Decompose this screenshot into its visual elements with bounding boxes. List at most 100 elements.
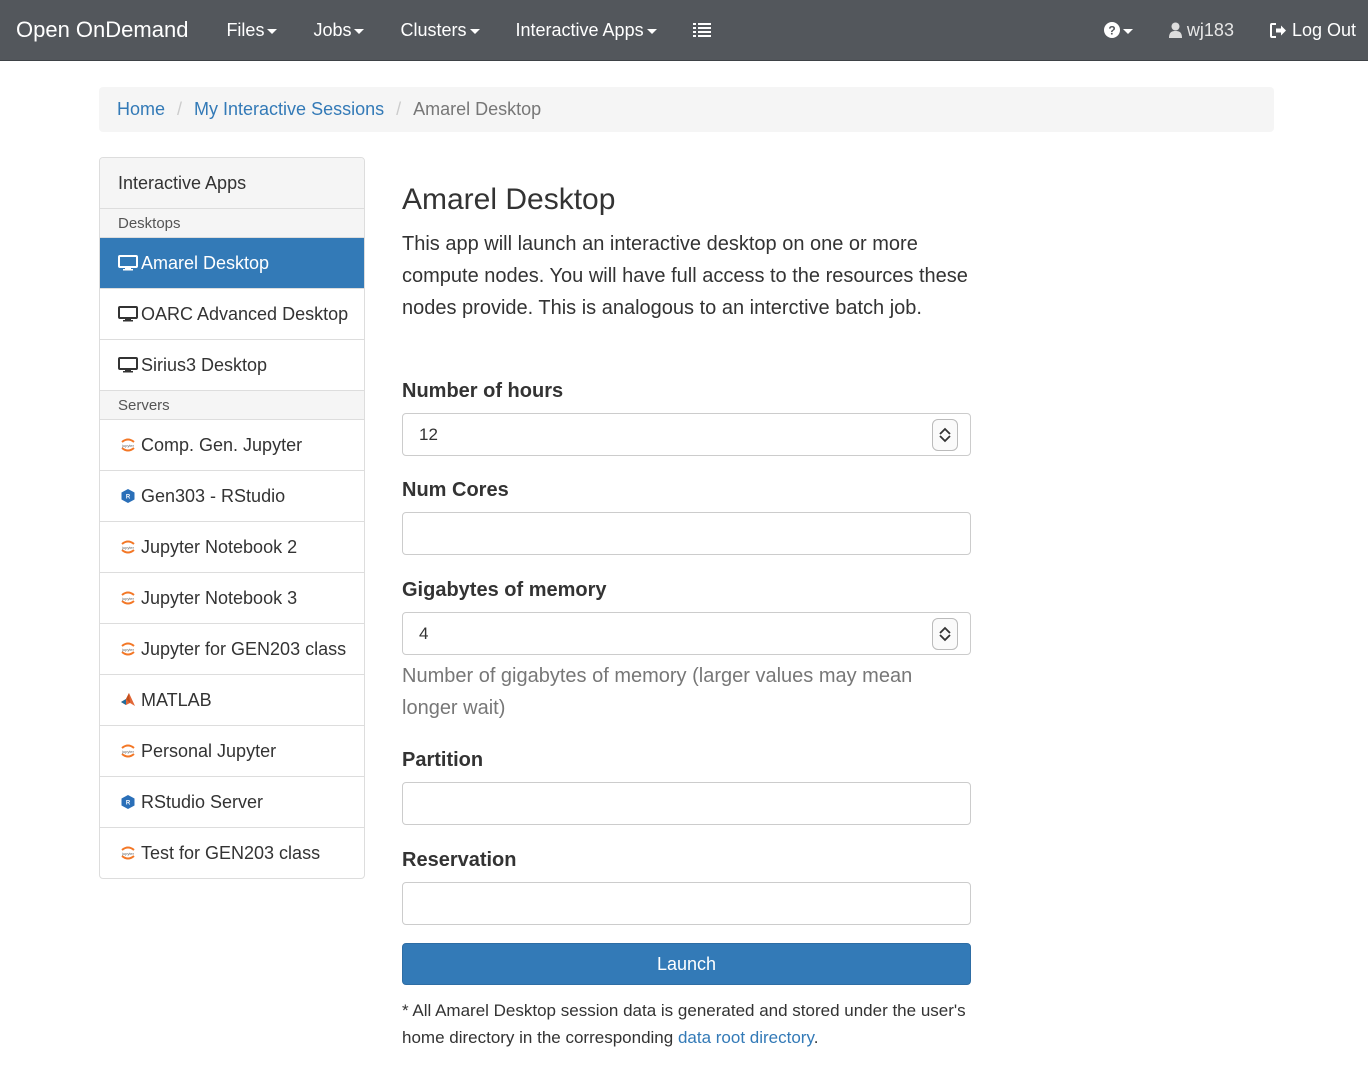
sidebar-item-label: Test for GEN203 class (141, 842, 321, 863)
svg-text:R: R (126, 801, 131, 807)
svg-text:?: ? (1108, 24, 1115, 38)
sidebar-item-label: OARC Advanced Desktop (141, 303, 349, 324)
memory-input[interactable]: 4 (402, 612, 971, 655)
sidebar-item-matlab[interactable]: MATLAB (100, 675, 364, 726)
caret-down-icon (1122, 28, 1133, 34)
logout-button[interactable]: Log Out (1252, 0, 1368, 61)
svg-text:jupyter: jupyter (121, 545, 135, 550)
reservation-input[interactable] (402, 882, 971, 925)
sidebar-item-oarc-advanced-desktop[interactable]: OARC Advanced Desktop (100, 289, 364, 340)
sidebar-item-test-for-gen203-class[interactable]: jupyter Test for GEN203 class (100, 828, 364, 878)
launch-button[interactable]: Launch (402, 943, 971, 985)
sidebar-heading: Interactive Apps (100, 158, 364, 209)
breadcrumb-current: Amarel Desktop (413, 99, 542, 119)
hours-stepper[interactable] (932, 419, 958, 451)
list-icon (692, 23, 711, 37)
sidebar-item-label: Sirius3 Desktop (141, 354, 268, 375)
data-root-directory-link[interactable]: data root directory (678, 1028, 814, 1047)
sidebar-item-label: Jupyter Notebook 3 (141, 587, 298, 608)
chevron-down-icon[interactable] (939, 634, 951, 642)
sign-out-icon (1269, 22, 1286, 38)
logout-label: Log Out (1291, 19, 1356, 40)
jupyter-icon: jupyter (118, 538, 138, 556)
sidebar-item-jupyter-for-gen203-class[interactable]: jupyter Jupyter for GEN203 class (100, 624, 364, 675)
interactive-apps-menu-label: Interactive Apps (515, 19, 644, 40)
sidebar-item-label: MATLAB (141, 689, 212, 710)
reservation-label: Reservation (402, 849, 517, 871)
sidebar-item-label: Jupyter for GEN203 class (141, 638, 347, 659)
jobs-menu[interactable]: Jobs (295, 0, 382, 61)
user-icon (1168, 22, 1182, 38)
hours-value: 12 (419, 424, 438, 444)
sidebar-item-label: Jupyter Notebook 2 (141, 536, 298, 557)
jobs-menu-label: Jobs (313, 19, 352, 40)
session-data-footnote: * All Amarel Desktop session data is gen… (402, 997, 974, 1051)
sidebar-category-desktops: Desktops (100, 209, 364, 238)
caret-down-icon (469, 28, 480, 34)
cores-label: Num Cores (402, 479, 509, 501)
files-menu-label: Files (226, 19, 265, 40)
sidebar-item-label: RStudio Server (141, 791, 264, 812)
caret-down-icon (646, 28, 657, 34)
sidebar-item-jupyter-notebook-3[interactable]: jupyter Jupyter Notebook 3 (100, 573, 364, 624)
sidebar-item-gen303-rstudio[interactable]: R Gen303 - RStudio (100, 471, 364, 522)
svg-text:R: R (126, 495, 131, 501)
clusters-menu-label: Clusters (400, 19, 467, 40)
apps-sidebar: Interactive Apps Desktops Amarel Desktop… (99, 157, 365, 879)
navbar-right: ? wj183 Log Out (1086, 0, 1368, 61)
breadcrumb-separator: / (177, 99, 183, 119)
jupyter-icon: jupyter (118, 640, 138, 658)
hours-input[interactable]: 12 (402, 413, 971, 456)
hours-label: Number of hours (402, 380, 564, 402)
sidebar-item-jupyter-notebook-2[interactable]: jupyter Jupyter Notebook 2 (100, 522, 364, 573)
files-menu[interactable]: Files (208, 0, 295, 61)
help-menu[interactable]: ? (1086, 0, 1151, 61)
desktop-icon (118, 356, 138, 374)
page-title: Amarel Desktop (402, 183, 616, 216)
svg-text:jupyter: jupyter (121, 749, 135, 754)
chevron-up-icon[interactable] (939, 626, 951, 634)
caret-down-icon (267, 28, 278, 34)
sidebar-item-personal-jupyter[interactable]: jupyter Personal Jupyter (100, 726, 364, 777)
sidebar-category-servers: Servers (100, 391, 364, 420)
chevron-up-icon[interactable] (939, 427, 951, 435)
question-circle-icon: ? (1103, 22, 1120, 38)
breadcrumb: Home / My Interactive Sessions / Amarel … (99, 87, 1274, 132)
breadcrumb-separator: / (396, 99, 402, 119)
jupyter-icon: jupyter (118, 844, 138, 862)
sidebar-item-amarel-desktop[interactable]: Amarel Desktop (100, 238, 364, 289)
user-menu[interactable]: wj183 (1151, 0, 1252, 61)
svg-text:jupyter: jupyter (121, 647, 135, 652)
memory-stepper[interactable] (932, 618, 958, 650)
desktop-icon (118, 305, 138, 323)
cores-input[interactable] (402, 512, 971, 555)
svg-text:jupyter: jupyter (121, 851, 135, 856)
my-sessions-button[interactable] (675, 0, 729, 61)
sidebar-item-sirius3-desktop[interactable]: Sirius3 Desktop (100, 340, 364, 391)
sidebar-item-label: Comp. Gen. Jupyter (141, 434, 303, 455)
memory-value: 4 (419, 623, 429, 643)
brand-link[interactable]: Open OnDemand (0, 17, 188, 43)
app-form-header: Amarel Desktop This app will launch an i… (402, 180, 971, 324)
svg-text:jupyter: jupyter (121, 596, 135, 601)
rstudio-icon: R (118, 487, 138, 505)
matlab-icon (118, 691, 138, 709)
interactive-apps-menu[interactable]: Interactive Apps (498, 0, 675, 61)
sidebar-item-label: Personal Jupyter (141, 740, 277, 761)
sidebar-item-rstudio-server[interactable]: R RStudio Server (100, 777, 364, 828)
navbar: Open OnDemand Files Jobs Clusters Intera… (0, 0, 1368, 61)
username: wj183 (1186, 19, 1234, 40)
jupyter-icon: jupyter (118, 742, 138, 760)
breadcrumb-home[interactable]: Home (117, 99, 165, 120)
clusters-menu[interactable]: Clusters (382, 0, 497, 61)
chevron-down-icon[interactable] (939, 435, 951, 443)
sidebar-item-comp-gen-jupyter[interactable]: jupyter Comp. Gen. Jupyter (100, 420, 364, 471)
rstudio-icon: R (118, 793, 138, 811)
jupyter-icon: jupyter (118, 589, 138, 607)
partition-label: Partition (402, 749, 484, 771)
jupyter-icon: jupyter (118, 436, 138, 454)
memory-help-text: Number of gigabytes of memory (larger va… (402, 665, 913, 719)
partition-input[interactable] (402, 782, 971, 825)
breadcrumb-my-sessions[interactable]: My Interactive Sessions (194, 99, 384, 120)
caret-down-icon (354, 28, 365, 34)
